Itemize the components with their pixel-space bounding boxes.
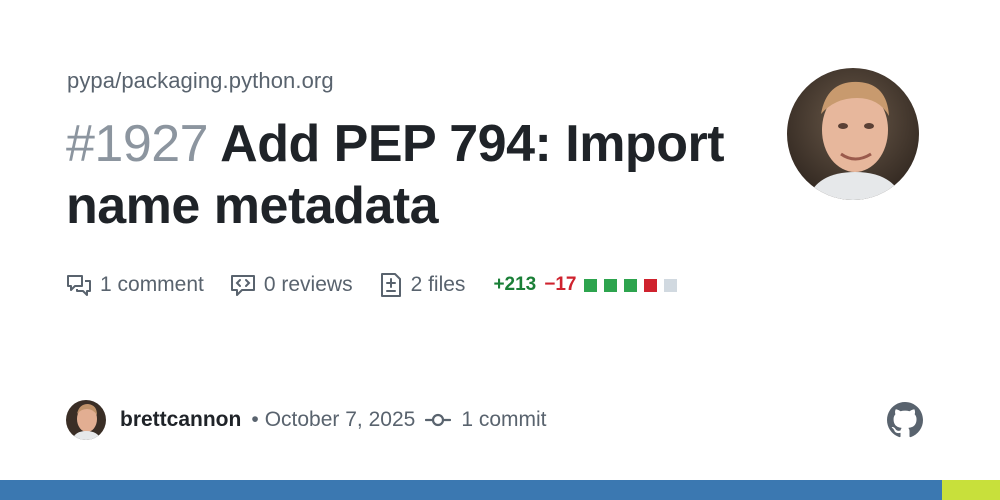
diff-summary: +213 −17 — [493, 274, 684, 296]
pr-number: #1927 — [66, 115, 209, 173]
code-review-icon — [230, 275, 255, 296]
reviews-label: 0 reviews — [263, 273, 353, 296]
diff-block-red — [644, 278, 658, 292]
pr-footer: brettcannon • October 7, 2025 1 commit — [66, 400, 547, 440]
deletions-count: −17 — [544, 274, 577, 295]
reviews-stat[interactable]: 0 reviews — [230, 273, 353, 297]
file-diff-icon — [380, 273, 401, 297]
separator-dot: • — [251, 408, 259, 431]
author-name[interactable]: brettcannon — [120, 408, 241, 432]
diff-block-green — [584, 278, 598, 292]
diff-block-green — [604, 278, 618, 292]
pr-stats: 1 comment 0 reviews 2 files +213 −17 — [66, 268, 684, 302]
pr-date: October 7, 2025 — [264, 408, 416, 431]
files-label: 2 files — [410, 273, 466, 296]
files-stat[interactable]: 2 files — [379, 272, 466, 298]
pr-title: #1927 Add PEP 794: Import name metadata — [66, 113, 756, 237]
git-commit-icon — [425, 413, 452, 427]
additions-count: +213 — [493, 274, 537, 295]
author-avatar-large — [787, 68, 919, 200]
language-bar-secondary — [942, 480, 1000, 500]
comments-label: 1 comment — [100, 273, 204, 296]
language-bar-primary — [0, 480, 942, 500]
diff-blocks — [584, 278, 684, 292]
comment-icon — [67, 275, 91, 296]
commits-count[interactable]: 1 commit — [461, 408, 546, 432]
comments-stat[interactable]: 1 comment — [66, 273, 204, 297]
diff-block-green — [624, 278, 638, 292]
diff-block-gray — [664, 278, 678, 292]
author-avatar-small[interactable] — [66, 400, 106, 440]
github-icon[interactable] — [887, 402, 923, 438]
repo-name[interactable]: pypa/packaging.python.org — [67, 68, 334, 94]
